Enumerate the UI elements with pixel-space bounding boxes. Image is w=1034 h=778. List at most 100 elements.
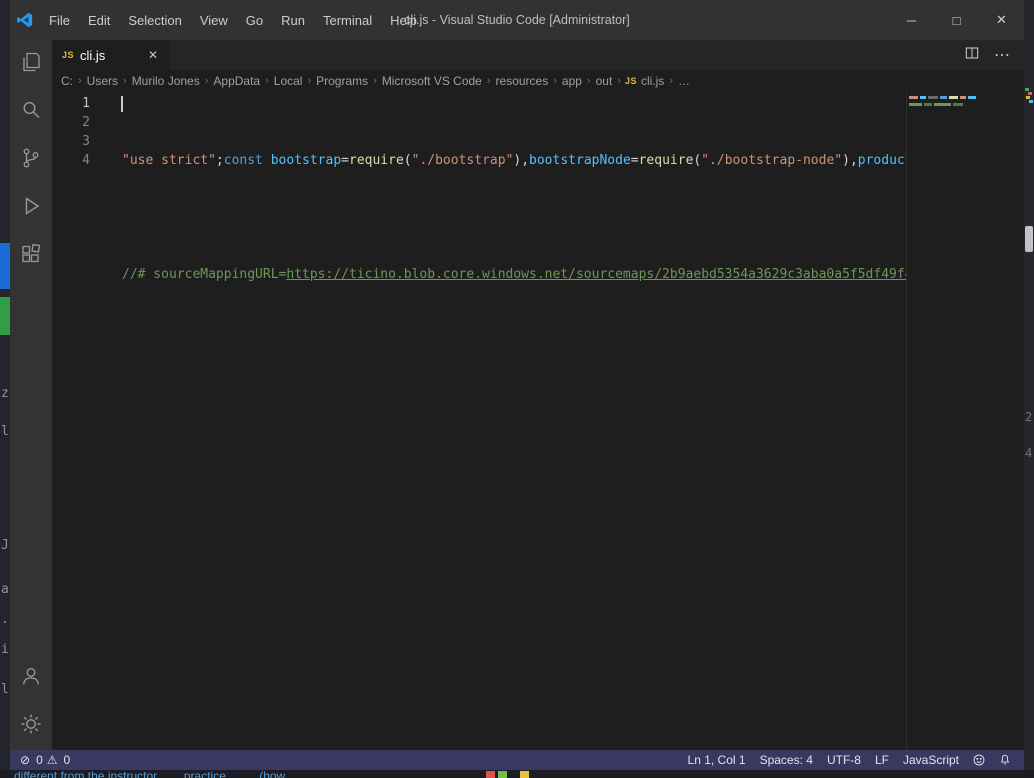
code-token: //# sourceMappingURL= — [122, 267, 286, 282]
menu-run[interactable]: Run — [272, 9, 314, 32]
background-blue-block — [0, 243, 10, 289]
background-text-fragment: ll — [1, 682, 10, 697]
main-area: JS cli.js ✕ ⋯ C: › Users › Murilo Jones — [10, 40, 1024, 750]
code-line-2 — [122, 208, 1024, 227]
code-token: product — [858, 153, 913, 168]
breadcrumb-item[interactable]: Users — [86, 74, 119, 88]
breadcrumb-file[interactable]: cli.js — [640, 74, 665, 88]
close-button[interactable]: ✕ — [979, 0, 1024, 40]
tab-bar: JS cli.js ✕ ⋯ — [52, 40, 1024, 70]
chevron-right-icon: › — [617, 75, 621, 87]
feedback-smiley-icon[interactable] — [966, 753, 992, 767]
maximize-button[interactable]: □ — [934, 0, 979, 40]
minimize-button[interactable]: ─ — [889, 0, 934, 40]
breadcrumb-item[interactable]: Programs — [315, 74, 369, 88]
line-number: 2 — [52, 113, 90, 132]
editor-actions: ⋯ — [964, 40, 1024, 70]
extensions-button[interactable] — [10, 232, 52, 280]
error-count: 0 — [36, 753, 43, 767]
search-button[interactable] — [10, 88, 52, 136]
code-token: const — [224, 153, 263, 168]
line-number: 1 — [52, 94, 90, 113]
background-text-fragment: z — [1, 386, 10, 401]
line-number: 4 — [52, 151, 90, 170]
menu-file[interactable]: File — [40, 9, 79, 32]
background-scrollbar-thumb — [1025, 226, 1033, 252]
menu-help[interactable]: Help — [381, 9, 426, 32]
window-controls: ─ □ ✕ — [889, 0, 1024, 40]
background-text-fragment: 2 — [1025, 410, 1034, 424]
tab-close-icon[interactable]: ✕ — [146, 46, 160, 64]
chevron-right-icon: › — [78, 75, 82, 87]
background-color-swatch — [486, 771, 495, 778]
code-token: ( — [404, 153, 412, 168]
extensions-icon — [19, 242, 43, 271]
background-speckle — [1026, 96, 1030, 99]
chevron-right-icon: › — [307, 75, 311, 87]
settings-button[interactable] — [10, 702, 52, 750]
background-color-swatch — [520, 771, 529, 778]
breadcrumb-item[interactable]: out — [595, 74, 614, 88]
vscode-logo-icon[interactable] — [10, 11, 40, 29]
breadcrumb-item[interactable]: Local — [273, 74, 304, 88]
menu-edit[interactable]: Edit — [79, 9, 119, 32]
menu-selection[interactable]: Selection — [119, 9, 190, 32]
code-token: bootstrapNode — [529, 153, 631, 168]
code-token: = — [341, 153, 349, 168]
breadcrumb-item[interactable]: C: — [60, 74, 74, 88]
menu-terminal[interactable]: Terminal — [314, 9, 381, 32]
breadcrumb: C: › Users › Murilo Jones › AppData › Lo… — [52, 70, 1024, 92]
accounts-button[interactable] — [10, 654, 52, 702]
breadcrumb-item[interactable]: resources — [495, 74, 550, 88]
more-actions-icon[interactable]: ⋯ — [994, 45, 1010, 65]
notifications-bell-icon[interactable] — [992, 753, 1018, 767]
menu-go[interactable]: Go — [237, 9, 272, 32]
cursor-position-status[interactable]: Ln 1, Col 1 — [681, 753, 753, 767]
files-icon — [19, 50, 43, 79]
code-token: require — [639, 153, 694, 168]
code-content[interactable]: "use strict";const bootstrap=require("./… — [98, 92, 1024, 750]
account-icon — [19, 664, 43, 693]
chevron-right-icon: › — [265, 75, 269, 87]
minimap-line-marks — [909, 103, 963, 106]
background-text-fragment: a — [1, 582, 10, 597]
source-control-button[interactable] — [10, 136, 52, 184]
breadcrumb-overflow[interactable]: … — [677, 74, 691, 88]
eol-status[interactable]: LF — [868, 753, 896, 767]
line-number: 3 — [52, 132, 90, 151]
chevron-right-icon: › — [553, 75, 557, 87]
chevron-right-icon: › — [373, 75, 377, 87]
background-window-left-sliver: z l J a . i ll — [0, 0, 10, 770]
breadcrumb-item[interactable]: AppData — [212, 74, 261, 88]
code-token: bootstrap — [263, 153, 341, 168]
tab-cli-js[interactable]: JS cli.js ✕ — [52, 40, 170, 70]
explorer-button[interactable] — [10, 40, 52, 88]
source-control-icon — [19, 146, 43, 175]
minimap[interactable] — [906, 92, 1024, 750]
background-speckle — [1029, 100, 1033, 103]
vscode-window: File Edit Selection View Go Run Terminal… — [10, 0, 1024, 770]
gear-icon — [19, 712, 43, 741]
run-debug-button[interactable] — [10, 184, 52, 232]
encoding-status[interactable]: UTF-8 — [820, 753, 868, 767]
breadcrumb-item[interactable]: app — [561, 74, 583, 88]
background-green-block — [0, 297, 10, 335]
language-mode-status[interactable]: JavaScript — [896, 753, 966, 767]
background-speckle — [1028, 92, 1032, 95]
background-text-fragment: J — [1, 538, 10, 553]
error-icon: ⊘ — [20, 753, 30, 767]
indentation-status[interactable]: Spaces: 4 — [753, 753, 820, 767]
javascript-file-icon: JS — [62, 50, 74, 60]
breadcrumb-item[interactable]: Microsoft VS Code — [381, 74, 483, 88]
problems-status[interactable]: ⊘ 0 ⚠ 0 — [16, 753, 70, 767]
menu-view[interactable]: View — [191, 9, 237, 32]
breadcrumb-item[interactable]: Murilo Jones — [131, 74, 201, 88]
title-bar: File Edit Selection View Go Run Terminal… — [10, 0, 1024, 40]
sourcemap-url-link[interactable]: https://ticino.blob.core.windows.net/sou… — [286, 267, 920, 282]
chevron-right-icon: › — [205, 75, 209, 87]
split-editor-icon[interactable] — [964, 45, 980, 66]
background-color-swatch — [498, 771, 507, 778]
chevron-right-icon: › — [123, 75, 127, 87]
code-token: "./bootstrap-node" — [701, 153, 842, 168]
code-editor[interactable]: 1 2 3 4 "use strict";const bootstrap=req… — [52, 92, 1024, 750]
